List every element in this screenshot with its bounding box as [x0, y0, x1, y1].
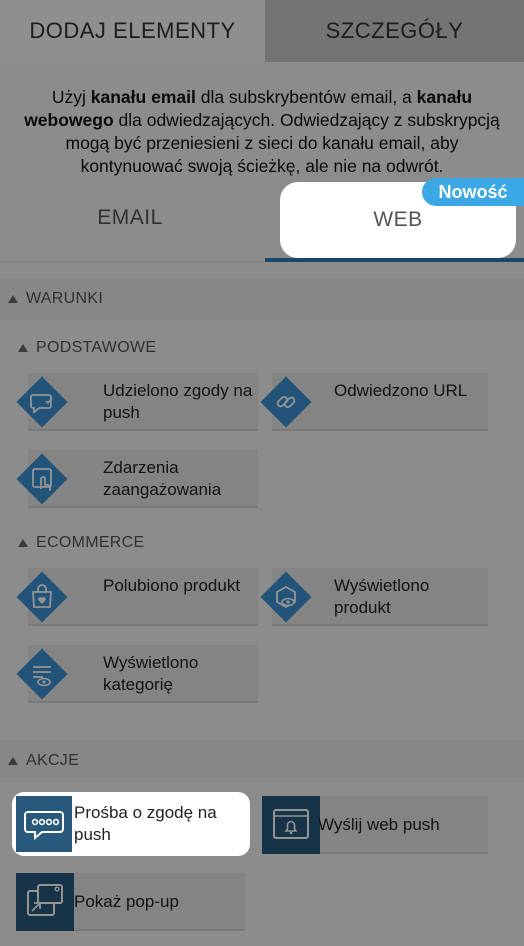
action-send-web-push[interactable]: Wyślij web push [262, 796, 488, 854]
channel-info-text: Użyj kanału email dla subskrybentów emai… [14, 86, 510, 178]
card-label: Wyślij web push [318, 815, 440, 834]
list-eye-icon [16, 648, 68, 700]
condition-product-liked[interactable]: Polubiono produkt [16, 568, 258, 626]
subsection-title: PODSTAWOWE [36, 339, 157, 356]
chat-bubble-icon [16, 376, 68, 428]
card-label: Wyświetlono kategorię [103, 653, 199, 694]
collapse-triangle-icon [18, 344, 28, 352]
condition-url-visited[interactable]: Odwiedzono URL [260, 373, 488, 431]
tab-details[interactable]: SZCZEGÓŁY [265, 0, 524, 62]
section-title: WARUNKI [26, 290, 104, 307]
active-tab-underline [265, 258, 524, 262]
collapse-triangle-icon [8, 757, 18, 765]
card-label: Pokaż pop-up [74, 892, 179, 911]
card-label: Udzielono zgody na push [103, 381, 253, 422]
card-label: Zdarzenia zaangażowania [103, 458, 222, 499]
subsection-basic-header[interactable]: PODSTAWOWE [18, 337, 156, 359]
top-tabs: DODAJ ELEMENTY SZCZEGÓŁY [0, 0, 524, 62]
browser-bell-icon [262, 796, 320, 854]
section-conditions-header[interactable]: WARUNKI [0, 278, 524, 320]
collapse-triangle-icon [18, 539, 28, 547]
subsection-title: ECOMMERCE [36, 534, 145, 551]
tap-hand-icon [16, 453, 68, 505]
condition-category-viewed[interactable]: Wyświetlono kategorię [16, 645, 258, 703]
condition-push-consent[interactable]: Udzielono zgody na push [16, 373, 258, 431]
action-show-popup[interactable]: Pokaż pop-up [16, 873, 245, 931]
popup-window-icon [16, 873, 74, 931]
card-label: Odwiedzono URL [334, 381, 468, 400]
collapse-triangle-icon [8, 295, 18, 303]
permission-bubble-icon [16, 796, 72, 852]
subsection-ecommerce-header[interactable]: ECOMMERCE [18, 532, 144, 554]
card-label: Polubiono produkt [103, 576, 241, 595]
intro-bold-email: kanału email [90, 87, 196, 107]
intro-text-2: dla subskrybentów email, a [195, 87, 417, 107]
intro-text-3: dla odwiedzających. Odwiedzający z subsk… [65, 110, 500, 176]
link-icon [260, 376, 312, 428]
tab-email[interactable]: EMAIL [0, 188, 260, 248]
condition-product-viewed[interactable]: Wyświetlono produkt [260, 568, 488, 626]
card-label: Prośba o zgodę na push [74, 803, 217, 844]
new-badge: Nowość [422, 178, 524, 206]
card-label: Wyświetlono produkt [334, 576, 430, 617]
action-push-permission-request[interactable]: Prośba o zgodę na push [12, 792, 250, 856]
condition-engagement-events[interactable]: Zdarzenia zaangażowania [16, 450, 258, 508]
section-actions-header[interactable]: AKCJE [0, 740, 524, 782]
section-title: AKCJE [26, 752, 80, 769]
bag-heart-icon [16, 571, 68, 623]
tab-add-elements[interactable]: DODAJ ELEMENTY [0, 0, 265, 62]
intro-text-1: Użyj [51, 87, 91, 107]
box-eye-icon [260, 571, 312, 623]
